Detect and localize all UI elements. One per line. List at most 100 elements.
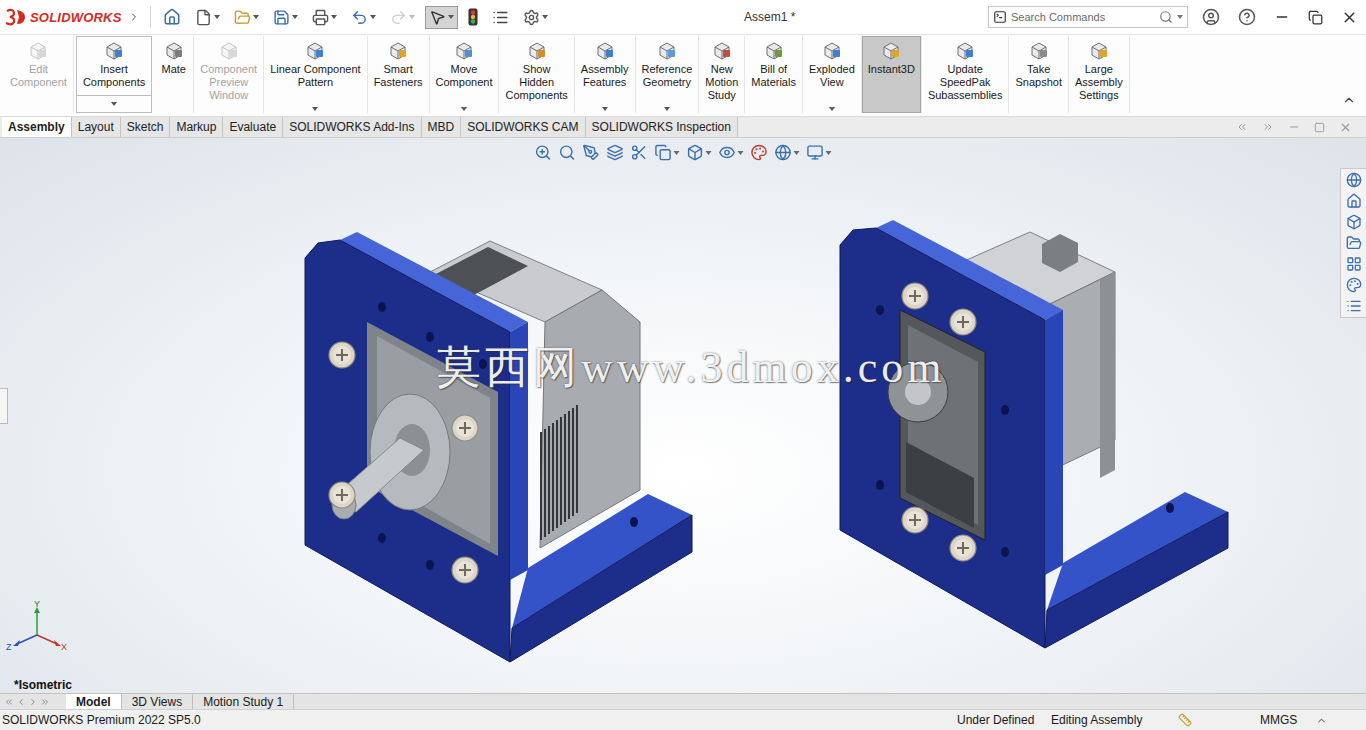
maximize-icon[interactable] xyxy=(1314,122,1325,133)
ribbon-button[interactable]: EditComponent xyxy=(4,36,74,113)
view-tool-button[interactable] xyxy=(631,144,648,161)
dropdown-arrow[interactable] xyxy=(829,104,835,111)
task-pane-icon[interactable] xyxy=(1346,256,1362,272)
tile-left-icon[interactable] xyxy=(1236,121,1248,133)
next-tab-icon[interactable] xyxy=(28,697,38,707)
tile-right-icon[interactable] xyxy=(1262,121,1274,133)
command-tab[interactable]: SOLIDWORKS CAM xyxy=(461,117,585,137)
redo-button[interactable] xyxy=(386,6,419,29)
command-tab[interactable]: Sketch xyxy=(121,117,171,137)
home-button[interactable] xyxy=(159,5,185,29)
ribbon-button[interactable]: Linear ComponentPattern xyxy=(264,36,368,113)
help-icon[interactable] xyxy=(1238,8,1256,26)
ribbon-button[interactable]: Mate xyxy=(154,36,194,113)
search-box[interactable]: Search Commands xyxy=(988,6,1188,28)
command-tab[interactable]: Layout xyxy=(72,117,121,137)
app-logo[interactable]: SOLIDWORKS xyxy=(5,8,128,26)
select-button[interactable] xyxy=(425,6,458,29)
view-tool-button[interactable] xyxy=(719,144,744,161)
view-tool-button[interactable] xyxy=(751,144,768,161)
unit-system[interactable]: MMGS xyxy=(1260,713,1316,727)
ribbon-button[interactable]: LargeAssemblySettings xyxy=(1069,36,1130,113)
screw[interactable] xyxy=(902,507,928,533)
dropdown-arrow[interactable] xyxy=(602,104,608,111)
dropdown-arrow[interactable] xyxy=(312,104,318,111)
minimize-icon[interactable] xyxy=(1274,9,1290,25)
ribbon-button[interactable]: ShowHiddenComponents xyxy=(499,36,574,113)
command-tab[interactable]: SOLIDWORKS Inspection xyxy=(586,117,738,137)
ribbon-split-button[interactable]: InsertComponents xyxy=(76,36,152,113)
split-button-main[interactable]: InsertComponents xyxy=(77,37,151,95)
model-canvas[interactable] xyxy=(0,138,1366,693)
view-tool-button[interactable] xyxy=(807,144,832,161)
screw[interactable] xyxy=(452,415,478,441)
ribbon-button[interactable]: NewMotionStudy xyxy=(699,36,745,113)
view-tool-button[interactable] xyxy=(775,144,800,161)
servo-assembly[interactable] xyxy=(840,220,1228,648)
split-button-dropdown[interactable] xyxy=(77,95,151,112)
new-button[interactable] xyxy=(191,6,224,29)
quick-tips[interactable] xyxy=(1178,713,1260,727)
collapse-ribbon[interactable] xyxy=(1336,93,1362,113)
ribbon-button[interactable]: ComponentPreviewWindow xyxy=(194,36,264,113)
screw[interactable] xyxy=(329,482,355,508)
view-tool-button[interactable] xyxy=(687,144,712,161)
view-tool-button[interactable] xyxy=(583,144,600,161)
task-pane-icon[interactable] xyxy=(1346,172,1362,188)
ribbon-button[interactable]: Bill ofMaterials xyxy=(745,36,803,113)
task-pane-icon[interactable] xyxy=(1346,277,1362,293)
view-tool-button[interactable] xyxy=(559,144,576,161)
unit-menu[interactable] xyxy=(1316,715,1366,726)
close-icon[interactable] xyxy=(1341,9,1358,26)
command-tab[interactable]: Assembly xyxy=(2,117,72,137)
file-properties-button[interactable] xyxy=(488,6,513,29)
ribbon-button[interactable]: Instant3D xyxy=(862,36,922,113)
first-tab-icon[interactable] xyxy=(4,697,14,707)
command-tab[interactable]: Markup xyxy=(170,117,223,137)
menu-expand-icon[interactable] xyxy=(128,11,140,23)
save-button[interactable] xyxy=(269,6,302,29)
task-pane-icon[interactable] xyxy=(1346,235,1362,251)
model-tab[interactable]: Model xyxy=(66,694,122,709)
ribbon-button[interactable]: TakeSnapshot xyxy=(1009,36,1068,113)
properties-icon xyxy=(492,9,509,26)
model-tab[interactable]: 3D Views xyxy=(122,694,193,709)
screw[interactable] xyxy=(950,535,976,561)
view-tool-button[interactable] xyxy=(655,144,680,161)
task-pane-icon[interactable] xyxy=(1346,214,1362,230)
restore-icon[interactable] xyxy=(1308,10,1323,25)
rebuild-button[interactable] xyxy=(464,5,482,29)
model-tab[interactable]: Motion Study 1 xyxy=(193,694,294,709)
screw[interactable] xyxy=(329,342,355,368)
feature-tree-handle[interactable] xyxy=(0,388,8,424)
command-tab[interactable]: SOLIDWORKS Add-Ins xyxy=(283,117,421,137)
task-pane-icon[interactable] xyxy=(1346,298,1362,314)
dropdown-arrow[interactable] xyxy=(664,104,670,111)
last-tab-icon[interactable] xyxy=(40,697,50,707)
graphics-area[interactable]: 莫西网www.3dmox.comYZX*Isometric xyxy=(0,138,1366,693)
minimize-icon[interactable] xyxy=(1288,121,1300,133)
stepper-motor-assembly[interactable] xyxy=(305,232,692,662)
options-button[interactable] xyxy=(519,6,552,29)
view-tool-button[interactable] xyxy=(607,144,624,161)
undo-button[interactable] xyxy=(347,6,380,29)
command-tab[interactable]: Evaluate xyxy=(223,117,283,137)
ribbon-button[interactable]: SmartFasteners xyxy=(368,36,430,113)
dropdown-arrow[interactable] xyxy=(461,104,467,111)
close-icon[interactable] xyxy=(1339,121,1352,134)
ribbon-button[interactable]: ReferenceGeometry xyxy=(636,36,700,113)
screw[interactable] xyxy=(950,309,976,335)
previous-tab-icon[interactable] xyxy=(16,697,26,707)
task-pane-icon[interactable] xyxy=(1346,193,1362,209)
ribbon-button[interactable]: MoveComponent xyxy=(430,36,500,113)
ribbon-button[interactable]: ExplodedView xyxy=(803,36,862,113)
ribbon-button[interactable]: UpdateSpeedPakSubassemblies xyxy=(922,36,1010,113)
screw[interactable] xyxy=(902,283,928,309)
open-button[interactable] xyxy=(230,6,263,29)
print-button[interactable] xyxy=(308,6,341,29)
ribbon-button[interactable]: AssemblyFeatures xyxy=(575,36,636,113)
command-tab[interactable]: MBD xyxy=(422,117,462,137)
screw[interactable] xyxy=(452,557,478,583)
view-tool-button[interactable] xyxy=(535,144,552,161)
user-icon[interactable] xyxy=(1202,8,1220,26)
